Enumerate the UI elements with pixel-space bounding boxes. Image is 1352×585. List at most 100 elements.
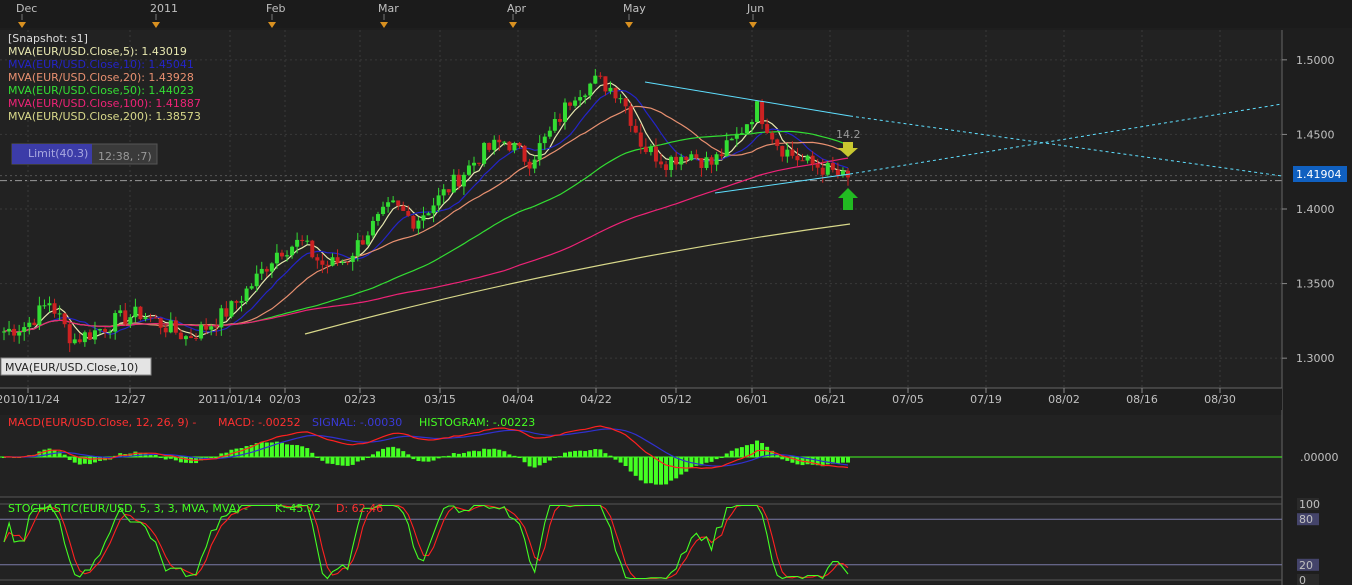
candle-body (492, 139, 497, 150)
candle-body (350, 255, 355, 262)
ma-legend-item: MVA(EUR/USD.Close,20): 1.43928 (8, 71, 194, 84)
ma-legend-item: MVA(EUR/USD.Close,10): 1.45041 (8, 58, 194, 71)
candle-body (830, 162, 835, 170)
chart-canvas[interactable]: Dec 2011 Feb Mar Apr May Jun 1.5000 1.4500 1.400… (0, 0, 1352, 585)
x-axis-label: 08/16 (1126, 393, 1158, 406)
candle-body (7, 328, 12, 332)
candle-body (456, 174, 461, 187)
macd-histogram-bar (638, 457, 643, 481)
candle-body (800, 160, 805, 162)
candle-body (285, 255, 290, 257)
candle-body (487, 142, 492, 150)
candle-body (386, 202, 391, 207)
macd-histogram-bar (325, 457, 330, 464)
top-date-axis: Dec 2011 Feb Mar Apr May Jun (0, 0, 1352, 28)
macd-zero-tick: .00000 (1300, 451, 1339, 464)
candle-body (588, 83, 593, 96)
stochastic-tick-label: 20 (1299, 559, 1313, 572)
candle-body (274, 252, 279, 264)
candle-body (583, 95, 588, 98)
price-tick-label: 1.3000 (1296, 352, 1335, 365)
candle-body (57, 313, 62, 315)
candle-body (391, 200, 396, 203)
macd-histogram-bar (547, 457, 552, 461)
candle-body (360, 240, 365, 245)
candle-body (244, 288, 249, 302)
candle-body (512, 143, 517, 151)
macd-histogram-bar (709, 457, 714, 462)
macd-histogram-bar (532, 457, 537, 468)
x-axis-label: 02/03 (269, 393, 301, 406)
candle-body (209, 326, 214, 330)
candle-body (734, 133, 739, 139)
macd-histogram-bar (608, 455, 613, 457)
stochastic-d: D: 62.46 (336, 502, 383, 515)
stochastic-tick-label: 0 (1299, 574, 1306, 585)
candle-body (537, 143, 542, 160)
macd-histogram-bar (502, 451, 507, 457)
candle-body (593, 75, 598, 84)
candle-body (17, 331, 22, 336)
candle-body (568, 102, 573, 106)
macd-histogram-bar (340, 457, 345, 466)
macd-histogram-bar (568, 451, 573, 457)
candle-body (749, 122, 754, 125)
macd-histogram-bar (290, 444, 295, 457)
candle-body (264, 268, 269, 272)
candle-body (805, 155, 810, 161)
macd-histogram-bar (598, 449, 603, 457)
macd-histogram-bar (381, 448, 386, 457)
candle-body (370, 220, 375, 236)
candle-body (401, 205, 406, 212)
macd-histogram-bar (628, 457, 633, 472)
candle-body (340, 261, 345, 263)
candle-body (527, 161, 532, 169)
candle-body (92, 330, 97, 340)
macd-histogram-bar (285, 444, 290, 457)
top-axis-label-dec: Dec (16, 2, 37, 15)
candle-body (290, 246, 295, 256)
candle-body (183, 336, 188, 340)
macd-histogram-bar (406, 454, 411, 457)
candle-body (598, 75, 603, 77)
macd-histogram-bar (517, 457, 522, 458)
macd-histogram-bar (466, 451, 471, 457)
candle-body (674, 156, 679, 165)
candle-body (532, 159, 537, 169)
macd-histogram-bar (310, 452, 315, 457)
candle-body (608, 87, 613, 92)
macd-histogram-bar (300, 446, 305, 457)
macd-histogram-bar (527, 457, 532, 467)
macd-histogram-bar (618, 457, 623, 463)
candle-body (578, 97, 583, 101)
macd-histogram-bar (456, 453, 461, 457)
macd-histogram-bar (648, 457, 653, 484)
macd-histogram-bar (365, 457, 370, 458)
macd-histogram-bar (603, 453, 608, 457)
candle-body (128, 317, 133, 325)
macd-histogram-bar (163, 457, 168, 460)
candle-body (173, 320, 178, 333)
candle-body (557, 119, 562, 122)
ma-legend-item: MVA(EUR/USD.Close,200): 1.38573 (8, 110, 201, 123)
x-axis-label: 02/23 (344, 393, 376, 406)
candle-body (118, 310, 123, 314)
tooltip-text: MVA(EUR/USD.Close,10) (5, 361, 138, 374)
candle-body (82, 332, 87, 343)
top-axis-label-may: May (623, 2, 646, 15)
macd-histogram-bar (704, 457, 709, 463)
macd-histogram-bar (846, 457, 850, 463)
candle-body (603, 76, 608, 92)
candle-body (406, 211, 411, 216)
candle-body (239, 301, 244, 303)
macd-histogram-bar (360, 457, 365, 461)
candle-body (204, 324, 209, 330)
macd-histogram-bar (441, 456, 446, 458)
macd-histogram-bar (497, 449, 502, 457)
macd-histogram-bar (315, 457, 320, 458)
ma-legend-item: MVA(EUR/USD.Close,100): 1.41887 (8, 97, 201, 110)
candle-body (795, 155, 800, 161)
candle-body (365, 235, 370, 245)
x-axis-label: 04/22 (580, 393, 612, 406)
candle-body (497, 139, 502, 143)
